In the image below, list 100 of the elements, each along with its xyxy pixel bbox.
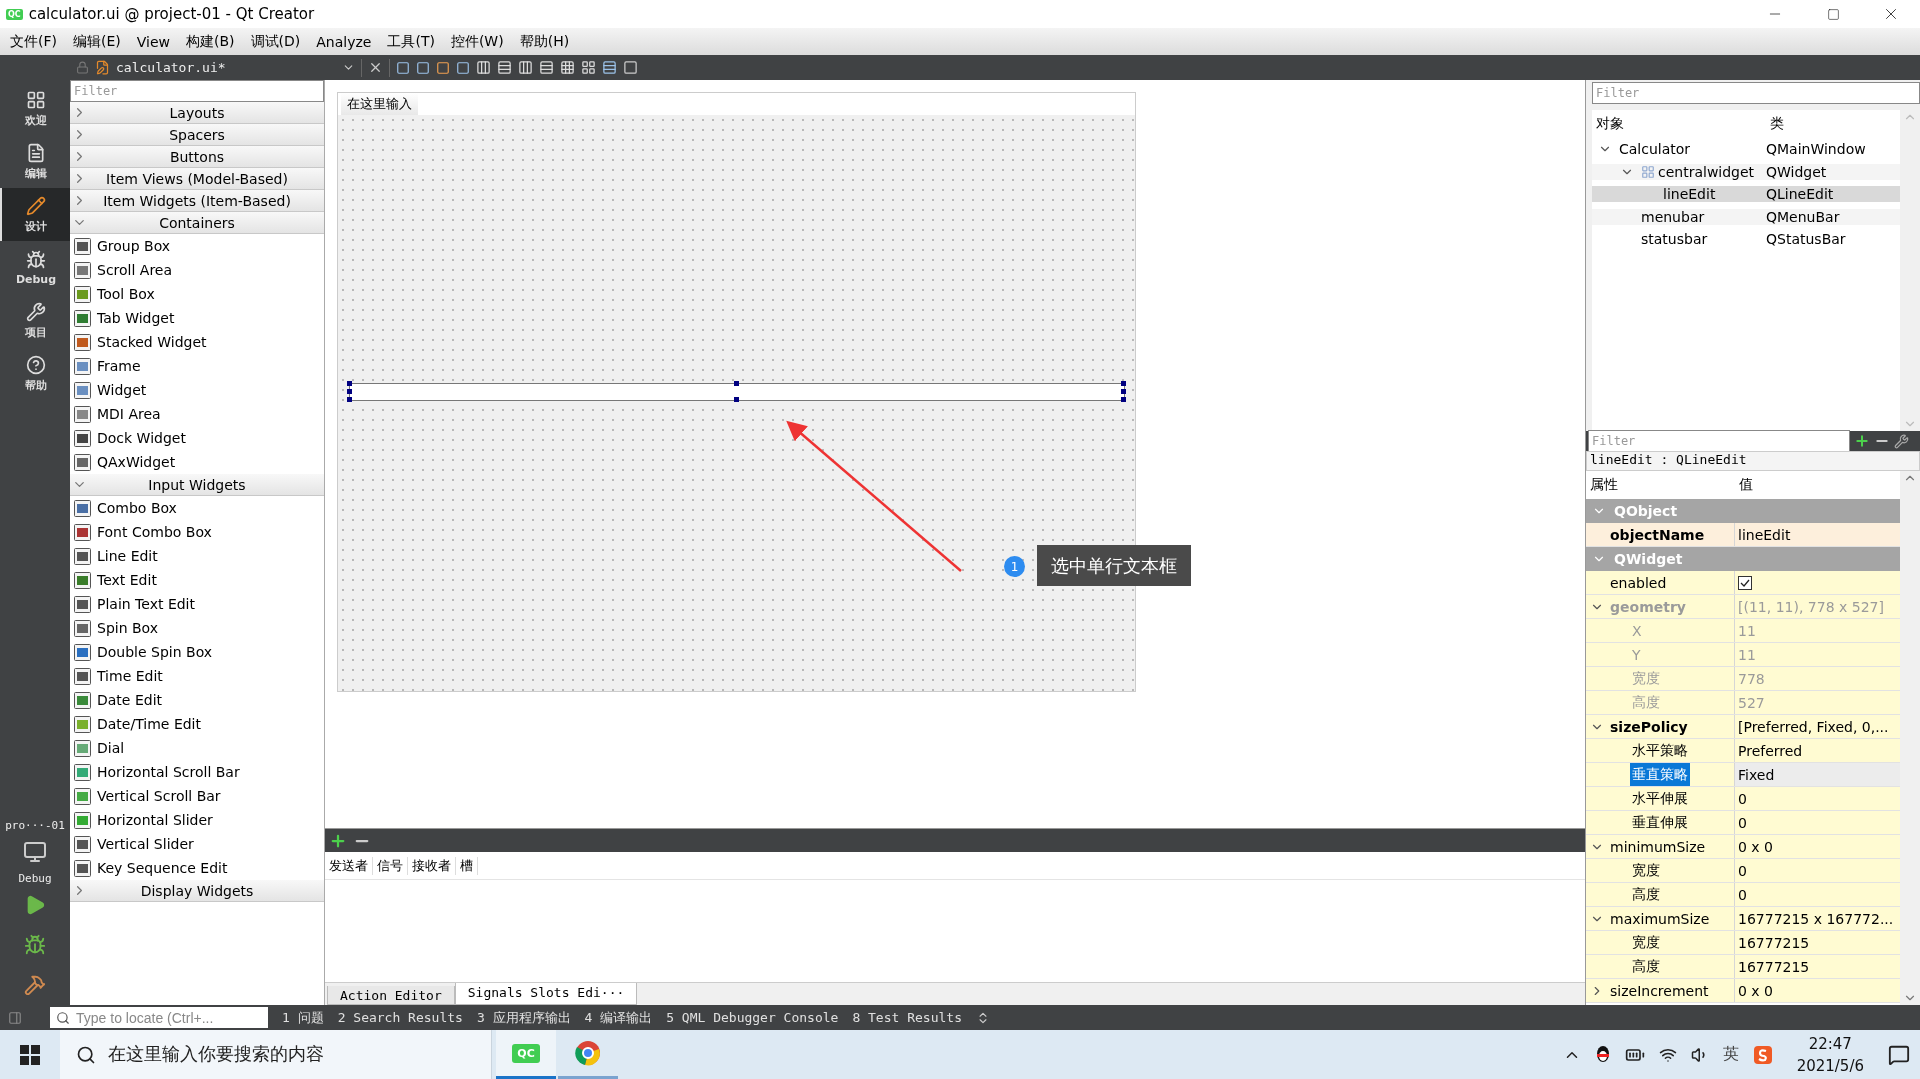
resize-handle[interactable] <box>734 381 739 386</box>
mode-tab[interactable]: 欢迎 <box>0 82 70 135</box>
category-header[interactable]: Layouts <box>70 102 324 124</box>
mode-tab[interactable]: 项目 <box>0 294 70 347</box>
hammer-icon[interactable] <box>24 974 46 996</box>
column-header[interactable]: 槽 <box>456 856 478 875</box>
output-pane-button[interactable]: 8 Test Results <box>852 1010 962 1025</box>
menu-item[interactable]: View <box>128 33 178 50</box>
mode-tab[interactable]: 设计 <box>0 188 70 241</box>
widget-item[interactable]: Double Spin Box <box>70 640 324 664</box>
filter-field[interactable]: Filter <box>1588 430 1850 452</box>
property-name[interactable]: 水平策略 <box>1630 739 1690 762</box>
penguin-icon[interactable] <box>1594 1044 1611 1065</box>
filter-field[interactable]: Filter <box>70 80 324 102</box>
menu-item[interactable]: 编辑(E) <box>65 32 129 51</box>
property-name[interactable]: 宽度 <box>1630 859 1662 882</box>
output-pane-button[interactable]: 2 Search Results <box>337 1010 463 1025</box>
widget-item[interactable]: Combo Box <box>70 496 324 520</box>
widget-item[interactable]: Date Edit <box>70 688 324 712</box>
menu-item[interactable]: 文件(F) <box>2 32 65 51</box>
object-name[interactable]: statusbar <box>1641 231 1708 248</box>
debug-icon[interactable] <box>24 934 46 956</box>
property-name[interactable]: 高度 <box>1630 883 1662 906</box>
category-header[interactable]: Input Widgets <box>70 474 324 496</box>
sidebar-toggle-icon[interactable] <box>8 1010 22 1025</box>
widget-item[interactable]: Vertical Slider <box>70 832 324 856</box>
widget-item[interactable]: Tab Widget <box>70 306 324 330</box>
category-header[interactable]: Buttons <box>70 146 324 168</box>
output-pane-button[interactable]: 1 问题 <box>282 1008 324 1027</box>
widget-item[interactable]: Dock Widget <box>70 426 324 450</box>
property-name[interactable]: 宽度 <box>1630 931 1662 954</box>
resize-handle[interactable] <box>734 397 739 402</box>
columns-icon[interactable] <box>518 60 533 75</box>
category-header[interactable]: Spacers <box>70 124 324 146</box>
category-header[interactable]: Item Views (Model-Based) <box>70 168 324 190</box>
property-name[interactable]: 高度 <box>1630 955 1662 978</box>
output-pane-button[interactable]: 5 QML Debugger Console <box>666 1010 839 1025</box>
output-pane-button[interactable]: 4 编译输出 <box>584 1008 653 1027</box>
widget-item[interactable]: Plain Text Edit <box>70 592 324 616</box>
menu-item[interactable]: Analyze <box>308 33 380 50</box>
locate-field[interactable]: Type to locate (Ctrl+... <box>50 1007 268 1028</box>
mode-tab[interactable]: Debug <box>0 241 70 294</box>
menu-item[interactable]: 控件(W) <box>442 32 512 51</box>
mode-tab[interactable]: 帮助 <box>0 347 70 400</box>
category-header[interactable]: Display Widgets <box>70 880 324 902</box>
notification-icon[interactable] <box>1888 1043 1910 1066</box>
widget-item[interactable]: Key Sequence Edit <box>70 856 324 880</box>
clock-date[interactable]: 2021/5/6 <box>1796 1056 1864 1075</box>
close-icon[interactable] <box>368 60 383 75</box>
filter-field[interactable]: Filter <box>1592 82 1920 104</box>
column-header[interactable]: 属性 <box>1586 476 1735 494</box>
menu-item[interactable]: 帮助(H) <box>511 32 578 51</box>
property-name[interactable]: sizeIncrement <box>1608 979 1711 1002</box>
property-name[interactable]: minimumSize <box>1608 835 1708 858</box>
add-icon[interactable] <box>1854 433 1870 449</box>
property-name[interactable]: enabled <box>1608 571 1669 594</box>
checkbox[interactable] <box>1738 575 1752 590</box>
category-header[interactable]: Containers <box>70 212 324 234</box>
widget-item[interactable]: QAxWidget <box>70 450 324 474</box>
monitor-icon[interactable] <box>23 840 47 864</box>
line-edit[interactable] <box>349 383 1125 401</box>
widget-item[interactable]: Stacked Widget <box>70 330 324 354</box>
widget-item[interactable]: Widget <box>70 378 324 402</box>
column-header[interactable]: 值 <box>1735 476 1875 494</box>
widget-item[interactable]: Frame <box>70 354 324 378</box>
input-method-icon[interactable] <box>1752 1044 1773 1065</box>
category-header[interactable]: Item Widgets (Item-Based) <box>70 190 324 212</box>
rows-icon[interactable] <box>539 60 554 75</box>
widget-item[interactable]: Vertical Scroll Bar <box>70 784 324 808</box>
widget-item[interactable]: MDI Area <box>70 402 324 426</box>
property-name[interactable]: sizePolicy <box>1608 715 1690 738</box>
taskbar-search-field[interactable]: 在这里输入你要搜索的内容 <box>60 1030 492 1079</box>
column-header[interactable]: 发送者 <box>325 856 373 875</box>
widget-item[interactable]: Tool Box <box>70 282 324 306</box>
search-input[interactable]: 在这里输入你要搜索的内容 <box>106 1043 486 1066</box>
widget-item[interactable]: Line Edit <box>70 544 324 568</box>
column-header[interactable]: 类 <box>1766 115 1896 133</box>
widget-item[interactable]: Spin Box <box>70 616 324 640</box>
grid-icon[interactable] <box>581 60 596 75</box>
editor-tab[interactable]: Action Editor <box>327 986 455 1005</box>
property-name[interactable]: 水平伸展 <box>1630 787 1690 810</box>
widget-item[interactable]: Text Edit <box>70 568 324 592</box>
column-header[interactable]: 对象 <box>1592 115 1766 133</box>
form-menu[interactable]: 在这里输入 <box>341 93 418 115</box>
property-name[interactable]: objectName <box>1608 523 1707 546</box>
grid-icon[interactable] <box>560 60 575 75</box>
output-pane-button[interactable]: 3 应用程序输出 <box>476 1008 571 1027</box>
input-method[interactable]: 英 <box>1722 1044 1739 1065</box>
widget-item[interactable]: Horizontal Scroll Bar <box>70 760 324 784</box>
widget-item[interactable]: Group Box <box>70 234 324 258</box>
widget-item[interactable]: Time Edit <box>70 664 324 688</box>
widget-item[interactable]: Font Combo Box <box>70 520 324 544</box>
object-name[interactable]: Calculator <box>1619 141 1691 158</box>
menu-item[interactable]: 构建(B) <box>178 32 243 51</box>
menu-item[interactable]: 调试(D) <box>242 32 309 51</box>
column-header[interactable]: 接收者 <box>408 856 456 875</box>
widget-item[interactable]: Date/Time Edit <box>70 712 324 736</box>
widget-item[interactable]: Scroll Area <box>70 258 324 282</box>
column-header[interactable]: 信号 <box>373 856 408 875</box>
rows-icon[interactable] <box>497 60 512 75</box>
